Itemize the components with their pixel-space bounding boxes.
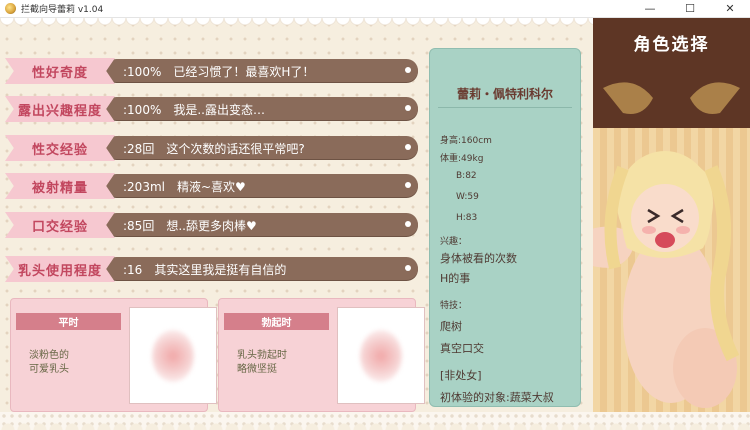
bullet-icon <box>405 221 411 227</box>
character-name: 蕾莉・佩特利科尔 <box>456 87 553 101</box>
stat-value: :28回 这个次数的话还很平常吧? <box>123 142 305 156</box>
stat-label: 口交经验 <box>5 212 115 238</box>
height-text: 身高:160cm <box>440 136 492 146</box>
status-text: [非处女] <box>440 369 482 382</box>
card-description: 淡粉色的 可爱乳头 <box>29 350 69 375</box>
window-title: 拦截向导蕾莉 v1.04 <box>21 5 104 15</box>
bullet-icon <box>405 105 411 111</box>
stat-value: :85回 想..舔更多肉棒♥ <box>123 219 257 233</box>
lace-border-top <box>0 18 600 32</box>
stat-label: 露出兴趣程度 <box>5 96 115 122</box>
bullet-icon <box>405 182 411 188</box>
card-aroused: 勃起时 乳头勃起时 略微坚挺 <box>218 298 425 412</box>
bullet-icon <box>405 144 411 150</box>
hip-text: H:83 <box>456 213 478 223</box>
stat-value: :100% 我是..露出变态… <box>123 103 265 117</box>
stat-value: :203ml 精液~喜欢♥ <box>123 180 246 194</box>
stat-row-exposure[interactable]: 露出兴趣程度 :100% 我是..露出变态… <box>5 96 418 122</box>
divider <box>438 107 572 108</box>
censored-thumbnail <box>337 307 425 404</box>
profile-panel: 蕾莉・佩特利科尔 身高:160cm 体重:49kg B:82 W:59 H:83… <box>429 48 581 407</box>
hobby-text: H的事 <box>440 272 471 285</box>
stat-row-curiosity[interactable]: 性好奇度 :100% 已经习惯了！最喜欢H了！ <box>5 58 418 84</box>
game-screen: 性好奇度 :100% 已经习惯了！最喜欢H了！ 露出兴趣程度 :100% 我是.… <box>0 18 750 430</box>
skill-label: 特技： <box>440 301 468 311</box>
bust-text: B:82 <box>456 171 477 181</box>
waist-text: W:59 <box>456 192 479 202</box>
weight-text: 体重:49kg <box>440 154 484 164</box>
censored-thumbnail <box>129 307 217 404</box>
stat-row-oral[interactable]: 口交经验 :85回 想..舔更多肉棒♥ <box>5 212 418 238</box>
stat-label: 被射精量 <box>5 173 115 199</box>
bullet-icon <box>405 67 411 73</box>
lace-border-bottom <box>0 412 750 430</box>
skill-text: 真空口交 <box>440 342 484 355</box>
skill-text: 爬树 <box>440 320 462 333</box>
card-normal: 平时 淡粉色的 可爱乳头 <box>10 298 217 412</box>
close-button[interactable]: ✕ <box>710 0 750 17</box>
stat-value: :100% 已经习惯了！最喜欢H了！ <box>123 65 315 79</box>
stat-label: 乳头使用程度 <box>5 256 115 282</box>
bullet-icon <box>405 265 411 271</box>
card-description: 乳头勃起时 略微坚挺 <box>237 350 287 375</box>
app-icon <box>5 3 16 14</box>
stat-row-volume[interactable]: 被射精量 :203ml 精液~喜欢♥ <box>5 173 418 199</box>
first-partner-text: 初体验的对象:蔬菜大叔 <box>440 391 554 404</box>
card-title: 平时 <box>16 313 121 330</box>
stat-label: 性交经验 <box>5 135 115 161</box>
card-title: 勃起时 <box>224 313 329 330</box>
hobby-text: 身体被看的次数 <box>440 252 517 265</box>
character-portrait <box>593 82 740 408</box>
window-titlebar: 拦截向导蕾莉 v1.04 — ☐ ✕ <box>0 0 750 18</box>
stat-value: :16 其实这里我是挺有自信的 <box>123 263 287 277</box>
character-select-panel[interactable]: 角色选择 <box>593 18 750 413</box>
stat-row-usage[interactable]: 乳头使用程度 :16 其实这里我是挺有自信的 <box>5 256 418 282</box>
stat-label: 性好奇度 <box>5 58 115 84</box>
hobby-label: 兴趣： <box>440 237 468 247</box>
maximize-button[interactable]: ☐ <box>670 0 710 17</box>
stat-row-experience[interactable]: 性交经验 :28回 这个次数的话还很平常吧? <box>5 135 418 161</box>
minimize-button[interactable]: — <box>630 0 670 17</box>
